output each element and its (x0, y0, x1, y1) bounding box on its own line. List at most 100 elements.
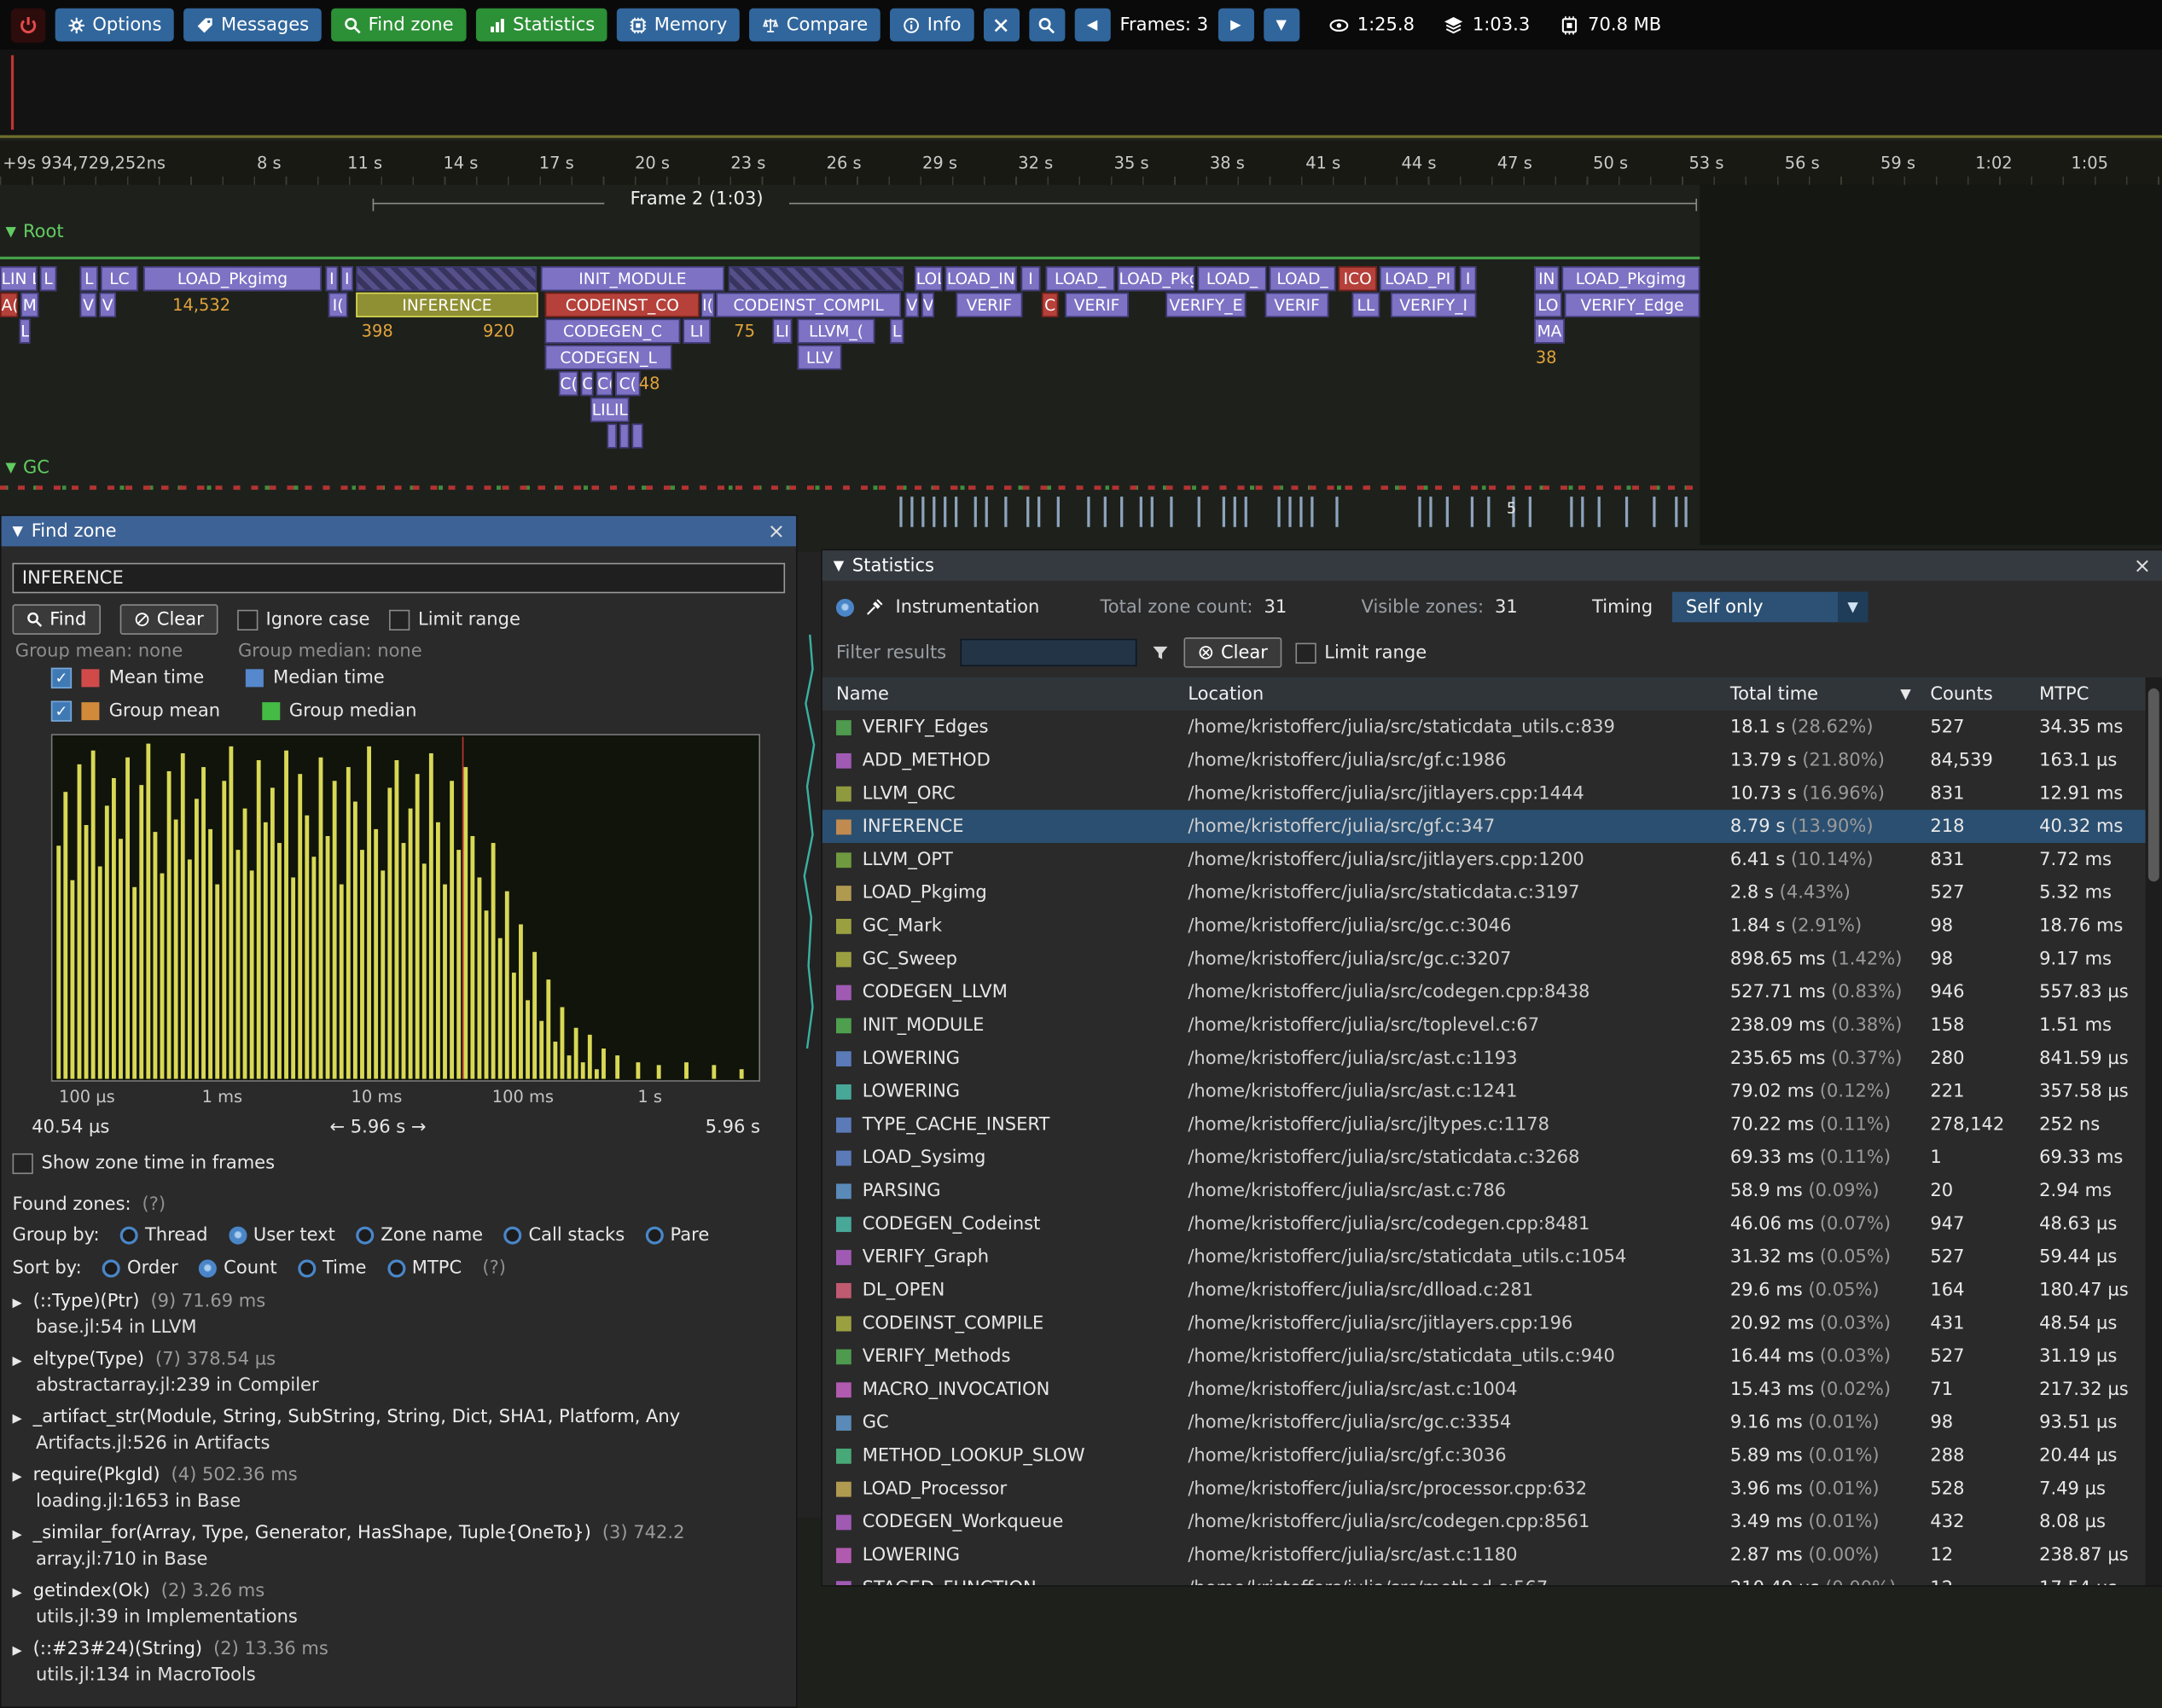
memory-button[interactable]: Memory (617, 9, 740, 42)
timeline-zone[interactable]: L (40, 266, 56, 291)
timeline-zone[interactable]: INIT_MODULE (541, 266, 724, 291)
stats-table-row[interactable]: TYPE_CACHE_INSERT/home/kristofferc/julia… (822, 1108, 2148, 1142)
collapsed-zone-count[interactable]: 75 (734, 319, 755, 344)
zoom-button[interactable] (1029, 9, 1065, 42)
expand-icon[interactable]: ▶ (13, 1297, 22, 1310)
zone-time-histogram[interactable] (51, 734, 760, 1082)
find-button[interactable]: Find (13, 604, 101, 635)
column-location[interactable]: Location (1188, 683, 1730, 704)
find-zone-titlebar[interactable]: ▼ Find zone × (2, 516, 796, 547)
expand-icon[interactable]: ▶ (13, 1413, 22, 1426)
ignore-case-checkbox[interactable]: Ignore case (237, 609, 370, 630)
checkbox-icon[interactable]: ✓ (51, 668, 72, 688)
frames-overview-strip[interactable] (0, 49, 2162, 137)
funnel-icon[interactable] (1150, 643, 1170, 663)
timeline-zone[interactable] (607, 423, 617, 448)
timeline-zone[interactable]: LOL( (915, 266, 942, 291)
stats-table-row[interactable]: LOAD_Sysimg/home/kristofferc/julia/src/s… (822, 1141, 2148, 1174)
timeline-zone[interactable]: M (20, 293, 38, 317)
group-by-pare[interactable]: Pare (645, 1225, 709, 1246)
timeline-zone[interactable]: VERIFY_I (1391, 293, 1476, 317)
timeline-zone[interactable]: LOAD_ (1198, 266, 1267, 291)
timeline-zone[interactable]: I (340, 266, 353, 291)
stats-table-row[interactable]: LOAD_Pkgimg/home/kristofferc/julia/src/s… (822, 876, 2148, 909)
group-by-call-stacks[interactable]: Call stacks (503, 1225, 625, 1246)
collapsed-zone-count[interactable]: 14,532 (172, 293, 230, 317)
stats-table-row[interactable]: LOWERING/home/kristofferc/julia/src/ast.… (822, 1042, 2148, 1075)
checkbox-icon[interactable]: ✓ (51, 700, 72, 721)
timeline-zone[interactable]: LLVM_( (798, 319, 875, 344)
timeline-zone[interactable]: C( (559, 371, 578, 396)
timeline-zone[interactable]: MA (1534, 319, 1565, 344)
stats-table-row[interactable]: VERIFY_Graph/home/kristofferc/julia/src/… (822, 1240, 2148, 1274)
timeline-view[interactable]: Frame 2 (1:03) ▼ Root LIN LLLLCLOAD_Pkgi… (0, 185, 2162, 545)
timeline-zone[interactable]: LOAD_ (1270, 266, 1336, 291)
timeline-zone[interactable]: I( (700, 293, 714, 317)
timeline-zone[interactable]: ICO (1339, 266, 1377, 291)
root-thread-toggle[interactable]: ▼ Root (5, 222, 63, 242)
timeline-zone[interactable]: LILIL (590, 398, 629, 422)
timeline-zone[interactable]: CODEGEN_L (545, 345, 672, 369)
stats-table-row[interactable]: CODEGEN_Workqueue/home/kristofferc/julia… (822, 1505, 2148, 1538)
timeline-zone[interactable]: C (1042, 293, 1058, 317)
column-counts[interactable]: Counts (1930, 683, 2039, 704)
compare-button[interactable]: Compare (749, 9, 880, 42)
collapsed-zone-count[interactable]: 48 (639, 371, 660, 396)
timeline-zone[interactable]: VERIFY_E (1165, 293, 1246, 317)
timeline-zone[interactable]: C( (615, 371, 640, 396)
stats-table-row[interactable]: LOAD_Processor/home/kristofferc/julia/sr… (822, 1472, 2148, 1505)
timeline-zone[interactable]: C (581, 371, 594, 396)
stats-table-row[interactable]: STAGED_FUNCTION/home/kristofferc/julia/s… (822, 1571, 2148, 1585)
tools-button[interactable] (983, 9, 1019, 42)
stats-table-row[interactable]: LOWERING/home/kristofferc/julia/src/ast.… (822, 1538, 2148, 1571)
expand-icon[interactable]: ▶ (13, 1529, 22, 1542)
timeline-zone[interactable] (729, 266, 904, 291)
stats-table-row[interactable]: LLVM_ORC/home/kristofferc/julia/src/jitl… (822, 776, 2148, 810)
filter-clear-button[interactable]: Clear (1183, 637, 1282, 668)
timeline-zone[interactable]: LI (773, 319, 793, 344)
timeline-zone[interactable]: I (1460, 266, 1476, 291)
column-name[interactable]: Name (836, 683, 1188, 704)
close-icon[interactable]: × (768, 520, 785, 541)
timing-dropdown[interactable]: Self only ▼ (1672, 592, 1869, 623)
timeline-zone[interactable]: L (80, 266, 98, 291)
close-icon[interactable]: × (2134, 555, 2151, 576)
stats-table-row[interactable]: INIT_MODULE/home/kristofferc/julia/src/t… (822, 1008, 2148, 1042)
clear-button[interactable]: Clear (119, 604, 218, 635)
found-zone-item[interactable]: ▶_artifact_str(Module, String, SubString… (13, 1407, 793, 1459)
prev-frame-button[interactable]: ◀ (1074, 9, 1110, 42)
timeline-zone[interactable]: LO (1534, 293, 1561, 317)
timeline-zone[interactable]: LLV (798, 345, 842, 369)
filter-input[interactable] (960, 639, 1136, 666)
timeline-zone[interactable]: L (890, 319, 904, 344)
expand-icon[interactable]: ▶ (13, 1355, 22, 1368)
time-ruler[interactable]: +9s 934,729,252ns 8 s11 s14 s17 s20 s23 … (0, 141, 2162, 185)
timeline-zone[interactable] (632, 423, 643, 448)
timeline-zone[interactable]: LOAD_PI (1380, 266, 1456, 291)
timeline-zone[interactable]: C( (596, 371, 613, 396)
found-zone-item[interactable]: ▶(::Type)(Ptr)(9) 71.69 msbase.jl:54 in … (13, 1292, 793, 1344)
timeline-zone[interactable]: INFERENCE (356, 293, 538, 317)
stats-table-row[interactable]: PARSING/home/kristofferc/julia/src/ast.c… (822, 1174, 2148, 1207)
stats-table-row[interactable]: LLVM_OPT/home/kristofferc/julia/src/jitl… (822, 843, 2148, 876)
timeline-zone[interactable]: VERIF (1065, 293, 1128, 317)
timeline-zone[interactable]: LOAD_Pkgi (1118, 266, 1195, 291)
timeline-zone[interactable]: LOAD_Pkgimg (143, 266, 322, 291)
timeline-zone[interactable]: V (99, 293, 115, 317)
statistics-button[interactable]: Statistics (475, 9, 607, 42)
options-button[interactable]: Options (55, 9, 174, 42)
timeline-zone[interactable]: VERIF (1265, 293, 1328, 317)
group-by-thread[interactable]: Thread (120, 1225, 208, 1246)
stats-table-row[interactable]: METHOD_LOOKUP_SLOW/home/kristofferc/juli… (822, 1439, 2148, 1473)
timeline-zone[interactable]: LOAD_ (1046, 266, 1115, 291)
expand-icon[interactable]: ▶ (13, 1645, 22, 1659)
column-mtpc[interactable]: MTPC (2039, 683, 2148, 704)
stats-table-row[interactable]: CODEGEN_LLVM/home/kristofferc/julia/src/… (822, 975, 2148, 1008)
stats-table-row[interactable]: ADD_METHOD/home/kristofferc/julia/src/gf… (822, 744, 2148, 777)
timeline-zone[interactable]: CODEGEN_C (545, 319, 680, 344)
stats-table-row[interactable]: GC_Sweep/home/kristofferc/julia/src/gc.c… (822, 942, 2148, 975)
collapsed-zone-count[interactable]: 920 (483, 319, 514, 344)
timeline-zone[interactable]: LIN L (0, 266, 38, 291)
timeline-zone[interactable]: V (80, 293, 96, 317)
found-zone-item[interactable]: ▶eltype(Type)(7) 378.54 µsabstractarray.… (13, 1350, 793, 1402)
